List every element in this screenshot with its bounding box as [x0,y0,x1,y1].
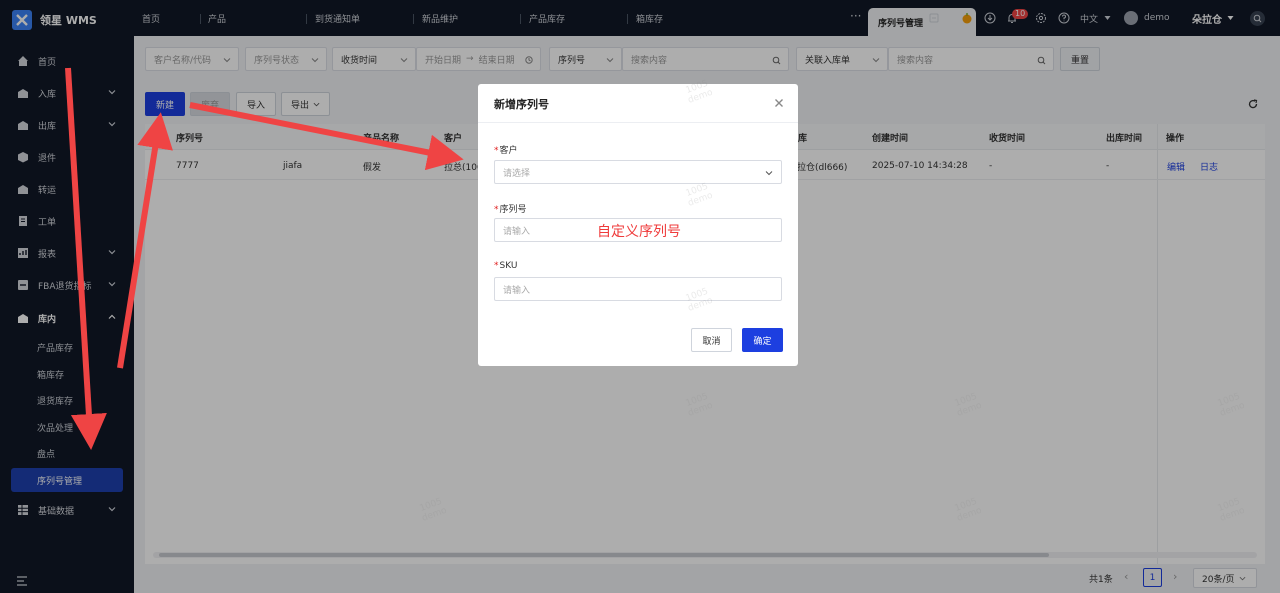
annotation-arrows [65,67,464,450]
arrow-right [189,102,464,171]
arrow-up [117,112,173,369]
arrow-down [65,67,107,450]
